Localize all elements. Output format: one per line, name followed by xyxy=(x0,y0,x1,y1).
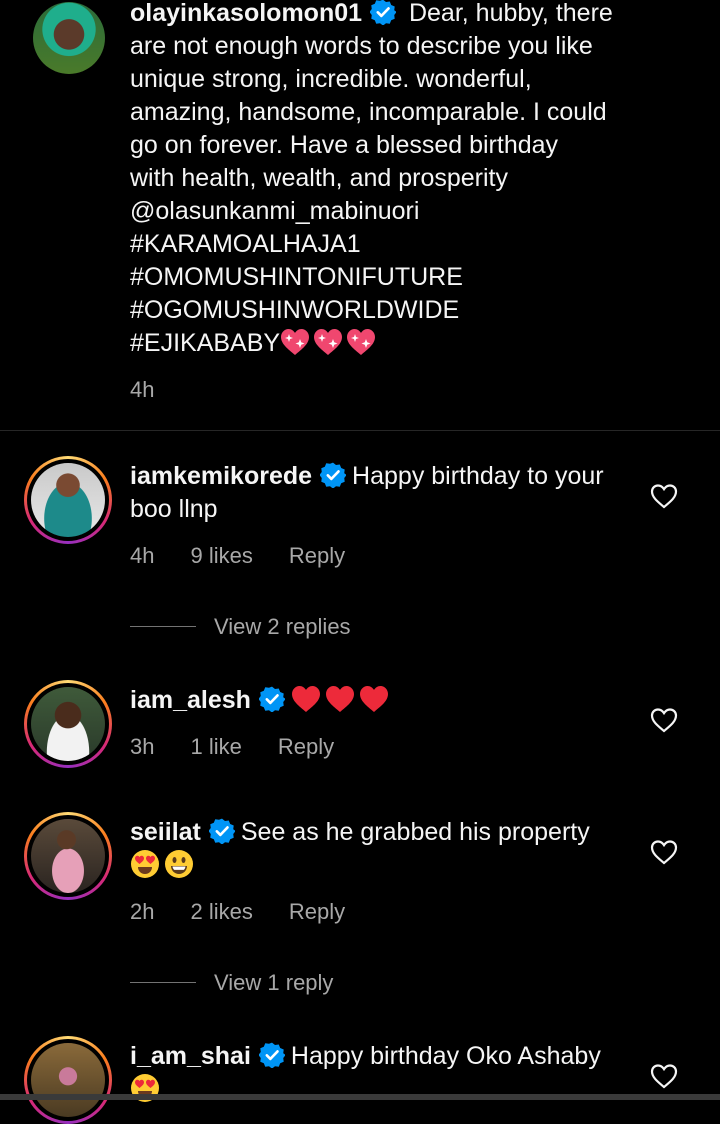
reply-button[interactable]: Reply xyxy=(278,734,334,759)
post-caption-line-1: olayinkasolomon01 Dear, hubby, there xyxy=(130,0,613,27)
hashtag-link[interactable]: #EJIKABABY xyxy=(130,329,280,357)
comment-meta: 4h 9 likes Reply xyxy=(130,543,381,569)
comment-username[interactable]: i_am_shai xyxy=(130,1042,251,1070)
likes-count[interactable]: 1 like xyxy=(190,734,241,759)
post-time: 4h xyxy=(130,377,155,402)
likes-count[interactable]: 9 likes xyxy=(190,543,252,568)
sparkling-heart-emoji xyxy=(280,327,310,357)
verified-badge-icon xyxy=(320,462,346,488)
sparkling-heart-emoji xyxy=(313,327,343,357)
post-caption: olayinkasolomon01 Dear, hubby, there are… xyxy=(0,0,720,430)
thread-line xyxy=(130,982,196,983)
comment-avatar[interactable] xyxy=(24,680,112,768)
post-author-username[interactable]: olayinkasolomon01 xyxy=(130,0,362,27)
comment-meta: 2h 2 likes Reply xyxy=(130,899,381,925)
comment-username[interactable]: iam_alesh xyxy=(130,686,251,714)
thread-line xyxy=(130,626,196,627)
grinning-face-emoji xyxy=(164,849,194,879)
view-replies-button[interactable]: View 2 replies xyxy=(130,614,351,640)
heart-outline-icon[interactable] xyxy=(650,1063,678,1089)
hashtag-link[interactable]: #OMOMUSHINTONIFUTURE xyxy=(130,261,463,294)
verified-badge-icon xyxy=(259,1042,285,1068)
verified-badge-icon xyxy=(209,818,235,844)
hashtag-link[interactable]: #KARAMOALHAJA1 xyxy=(130,228,361,261)
heart-outline-icon[interactable] xyxy=(650,707,678,733)
comment-username[interactable]: iamkemikorede xyxy=(130,462,312,490)
system-nav-bar xyxy=(0,1094,720,1100)
comment-text: iamkemikorede Happy birthday to your xyxy=(130,462,604,490)
comment-avatar[interactable] xyxy=(24,1036,112,1124)
caption-line: unique strong, incredible. wonderful, xyxy=(130,65,532,93)
comment-text: seiilat See as he grabbed his property xyxy=(130,818,590,846)
caption-line: with health, wealth, and prosperity xyxy=(130,164,508,192)
caption-line: go on forever. Have a blessed birthday xyxy=(130,131,559,159)
mention-link[interactable]: @olasunkanmi_mabinuori xyxy=(130,195,419,228)
heart-outline-icon[interactable] xyxy=(650,839,678,865)
red-heart-emoji xyxy=(291,684,321,714)
heart-eyes-emoji xyxy=(130,849,160,879)
comment-text: i_am_shai Happy birthday Oko Ashaby xyxy=(130,1042,601,1070)
heart-outline-icon[interactable] xyxy=(650,483,678,509)
verified-badge-icon xyxy=(259,686,285,712)
verified-badge-icon xyxy=(370,0,396,25)
comment-time: 2h xyxy=(130,899,155,924)
comment-emoji-line xyxy=(130,849,198,882)
reply-button[interactable]: Reply xyxy=(289,543,345,568)
post-author-avatar[interactable] xyxy=(33,2,105,74)
comment-avatar[interactable] xyxy=(24,812,112,900)
red-heart-emoji xyxy=(359,684,389,714)
comment-time: 4h xyxy=(130,543,155,568)
comment-text: iam_alesh xyxy=(130,684,393,717)
hashtag-link[interactable]: #OGOMUSHINWORLDWIDE xyxy=(130,294,459,327)
hashtag-line: #EJIKABABY xyxy=(130,327,379,360)
red-heart-emoji xyxy=(325,684,355,714)
comment-emoji-line xyxy=(130,1073,164,1106)
likes-count[interactable]: 2 likes xyxy=(190,899,252,924)
comment-time: 3h xyxy=(130,734,155,759)
divider xyxy=(0,430,720,431)
view-replies-button[interactable]: View 1 reply xyxy=(130,970,333,996)
reply-button[interactable]: Reply xyxy=(289,899,345,924)
comment-meta: 3h 1 like Reply xyxy=(130,734,370,760)
comment-text-line: boo llnp xyxy=(130,495,218,523)
comment-avatar[interactable] xyxy=(24,456,112,544)
comment-username[interactable]: seiilat xyxy=(130,818,201,846)
caption-line: are not enough words to describe you lik… xyxy=(130,32,593,60)
caption-line: amazing, handsome, incomparable. I could xyxy=(130,98,607,126)
sparkling-heart-emoji xyxy=(346,327,376,357)
